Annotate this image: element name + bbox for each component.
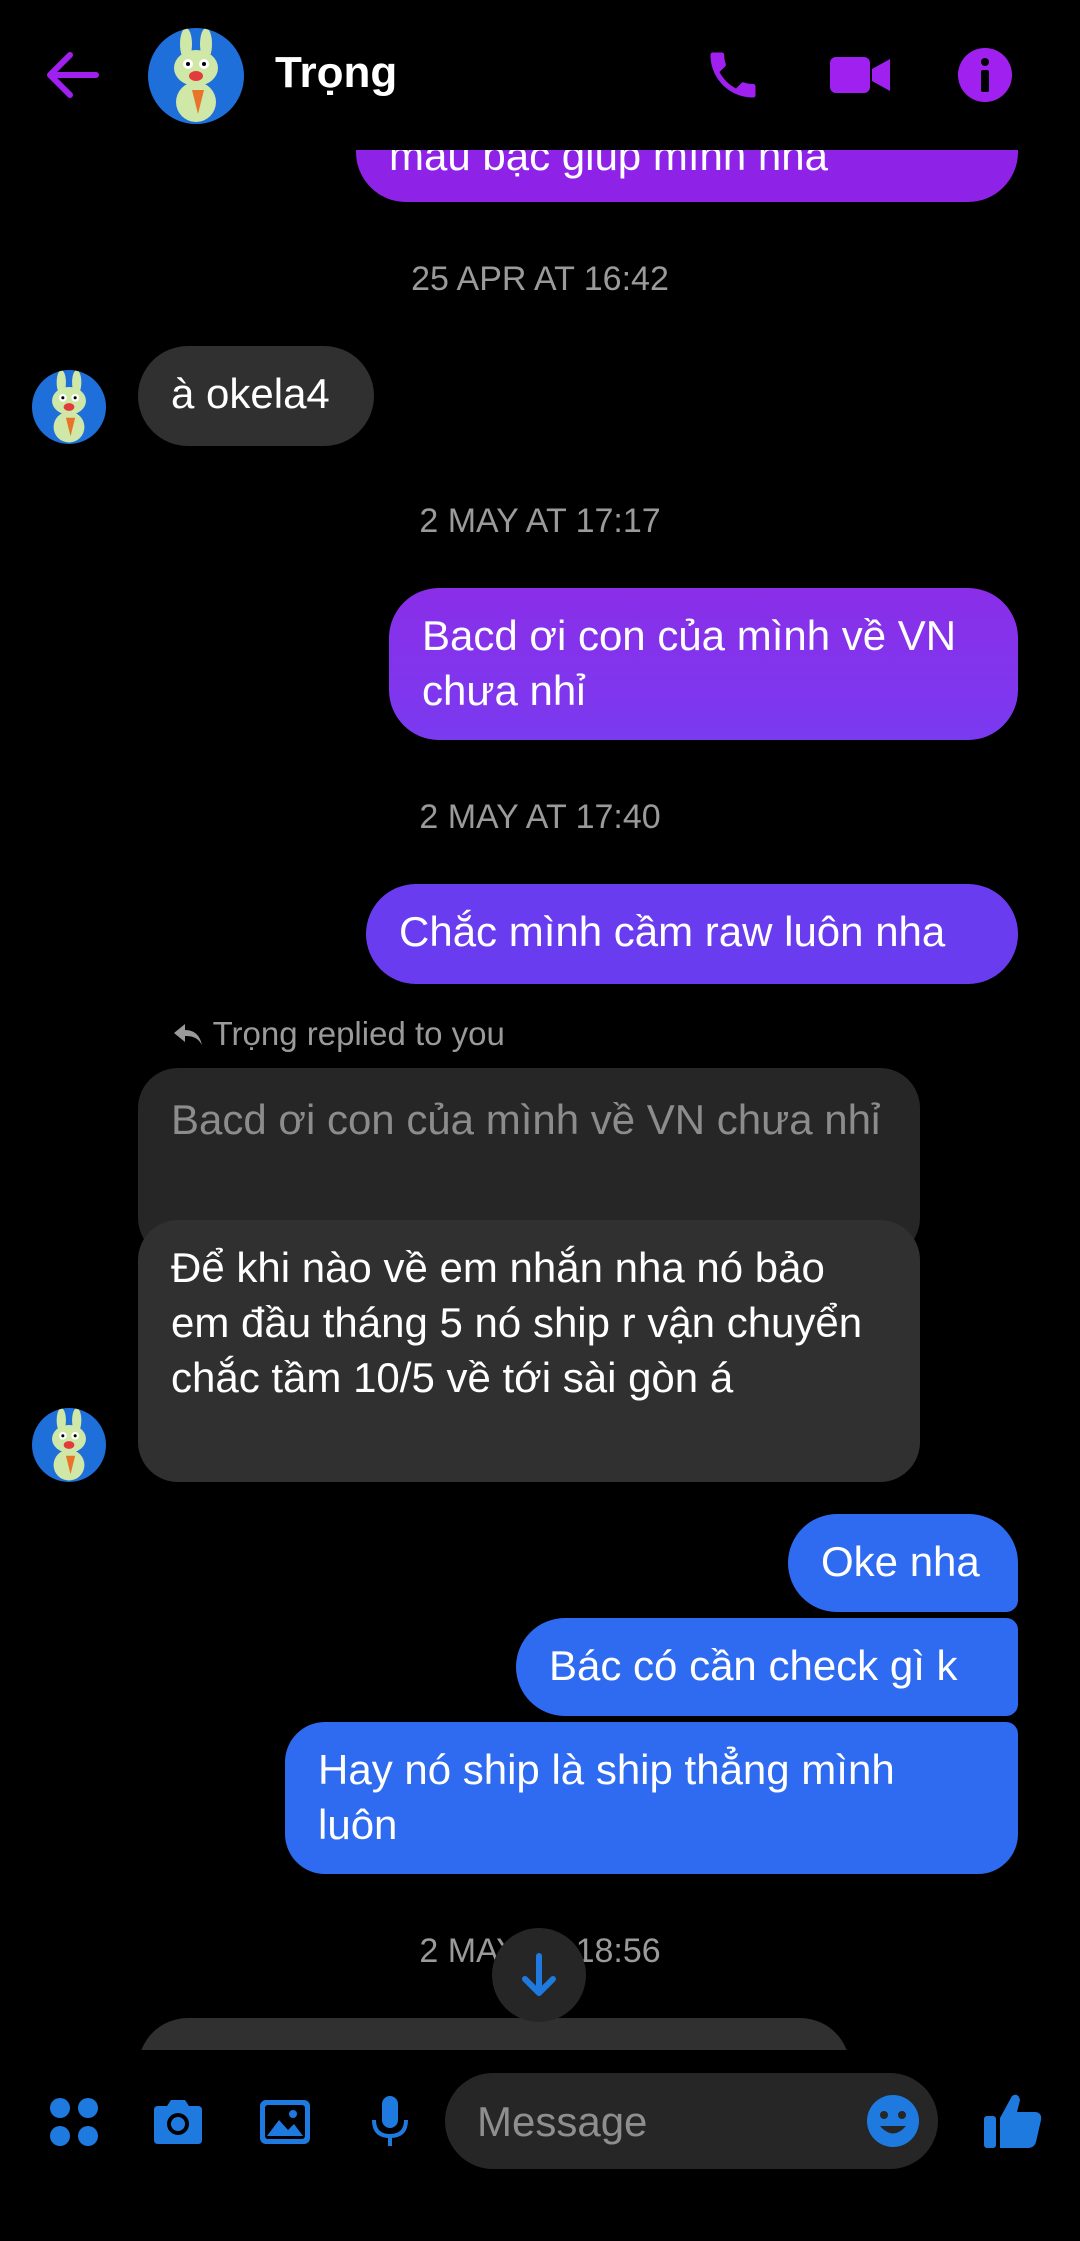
message-list[interactable]: màu bạc giúp mình nha 25 APR AT 16:42 à … (0, 0, 1080, 2050)
message-text: Bacd ơi con của mình về VN chưa nhỉ (422, 612, 957, 714)
contact-avatar[interactable] (32, 1408, 106, 1482)
timestamp: 25 APR AT 16:42 (411, 260, 669, 298)
voice-call-button[interactable] (703, 45, 763, 105)
incoming-message-partial[interactable] (138, 2018, 850, 2050)
timestamp: 2 MAY AT 17:17 (419, 502, 661, 540)
arrow-down-icon (522, 1953, 556, 1996)
microphone-icon (372, 2096, 408, 2146)
message-placeholder: Message (477, 2098, 648, 2145)
scroll-to-bottom-button[interactable] (492, 1928, 586, 2022)
back-arrow-icon (47, 52, 99, 98)
message-text: Oke nha (821, 1538, 980, 1585)
outgoing-message[interactable]: Hay nó ship là ship thẳng mình luôn (285, 1722, 1018, 1874)
voice-message-button[interactable] (360, 2092, 420, 2152)
message-text: Hay nó ship là ship thẳng mình luôn (318, 1746, 895, 1848)
incoming-message[interactable]: à okela4 (138, 346, 374, 446)
incoming-message[interactable]: Để khi nào về em nhắn nha nó bảo em đầu … (138, 1220, 920, 1482)
message-text: à okela4 (171, 370, 330, 417)
back-button[interactable] (40, 45, 104, 105)
video-call-button[interactable] (828, 45, 892, 105)
outgoing-message[interactable]: Bacd ơi con của mình về VN chưa nhỉ (389, 588, 1018, 740)
contact-avatar[interactable] (148, 28, 244, 124)
bunny-avatar-icon (174, 28, 218, 122)
quoted-text: Bacd ơi con của mình về VN chưa nhỉ (171, 1096, 881, 1143)
apps-button[interactable] (44, 2092, 104, 2152)
message-text: Chắc mình cầm raw luôn nha (399, 908, 946, 955)
phone-icon (710, 52, 756, 98)
bunny-avatar-icon (52, 370, 86, 443)
info-icon (958, 48, 1012, 102)
reply-label: Trọng replied to you (212, 1015, 505, 1052)
outgoing-message[interactable]: Chắc mình cầm raw luôn nha (366, 884, 1018, 984)
gallery-button[interactable] (255, 2092, 315, 2152)
camera-icon (154, 2100, 202, 2144)
thumbs-up-icon (984, 2094, 1042, 2148)
video-camera-icon (830, 57, 890, 93)
camera-button[interactable] (148, 2092, 208, 2152)
message-input[interactable]: Message (445, 2073, 938, 2169)
message-text: Để khi nào về em nhắn nha nó bảo em đầu … (171, 1244, 863, 1401)
timestamp: 2 MAY AT 17:40 (419, 798, 661, 836)
chat-header: Trọng (0, 0, 1080, 150)
gallery-icon (260, 2100, 310, 2144)
outgoing-message[interactable]: Oke nha (788, 1514, 1018, 1612)
contact-avatar[interactable] (32, 370, 106, 444)
bunny-avatar-icon (52, 1408, 86, 1481)
contact-name[interactable]: Trọng (275, 48, 397, 98)
emoji-icon (867, 2095, 919, 2147)
reply-indicator: Trọng replied to you (172, 1015, 505, 1053)
reply-arrow-icon (172, 1015, 213, 1052)
emoji-button[interactable] (863, 2091, 923, 2151)
like-button[interactable] (980, 2088, 1046, 2154)
outgoing-message[interactable]: Bác có cần check gì k (516, 1618, 1018, 1716)
message-text: Bác có cần check gì k (549, 1642, 958, 1689)
apps-grid-icon (50, 2098, 98, 2146)
conversation-info-button[interactable] (955, 45, 1015, 105)
